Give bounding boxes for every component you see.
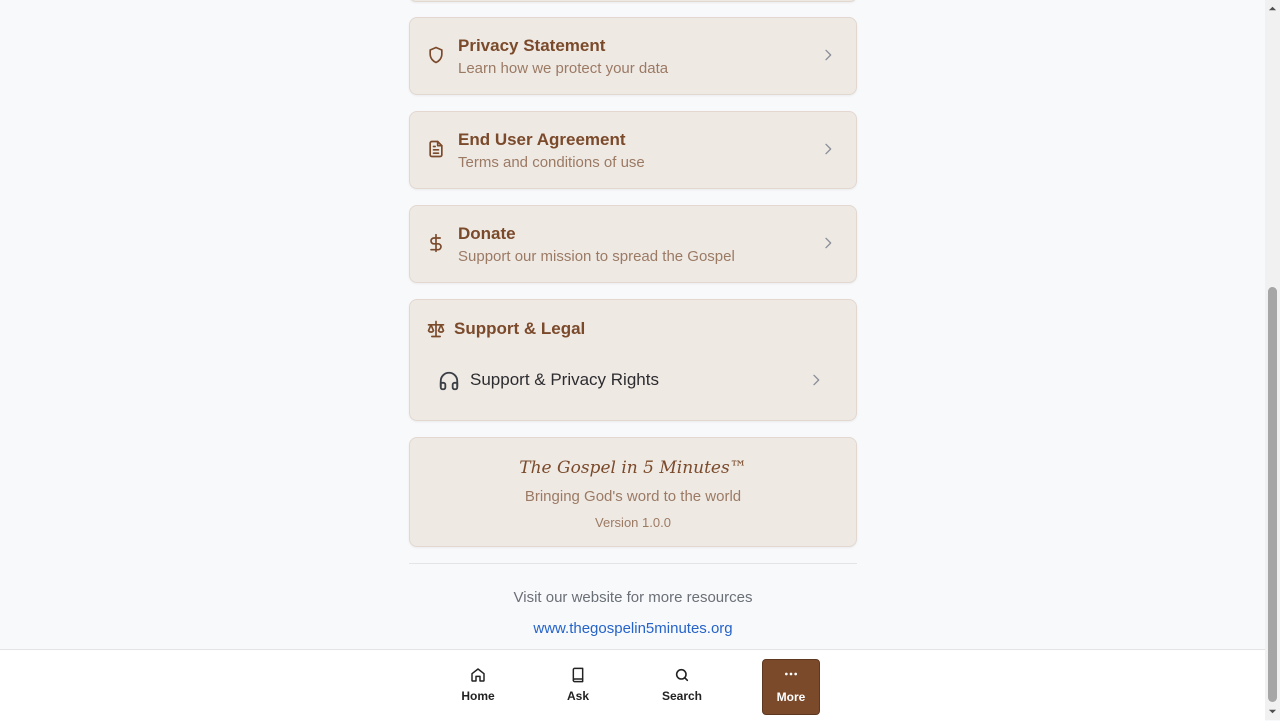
app-brand-name: The Gospel in 5 Minutes™ bbox=[519, 458, 747, 478]
headphones-icon bbox=[438, 370, 460, 392]
tab-search[interactable]: Search bbox=[654, 659, 710, 713]
support-legal-section: Support & Legal Support & Privacy Rights bbox=[409, 299, 857, 421]
visit-website-text: Visit our website for more resources bbox=[513, 589, 753, 606]
app-tagline: Bringing God's word to the world bbox=[524, 488, 742, 505]
previous-card-edge bbox=[409, 0, 857, 2]
shield-icon bbox=[426, 45, 446, 65]
more-icon bbox=[783, 668, 799, 684]
search-icon bbox=[674, 667, 690, 683]
scrollbar-thumb[interactable] bbox=[1268, 287, 1277, 702]
support-privacy-rights-item[interactable]: Support & Privacy Rights bbox=[426, 362, 840, 398]
privacy-statement-title: Privacy Statement bbox=[458, 36, 606, 55]
donate-card[interactable]: Donate Support our mission to spread the… bbox=[409, 205, 857, 283]
support-legal-title: Support & Legal bbox=[454, 319, 586, 338]
document-icon bbox=[426, 139, 446, 159]
app-version: Version 1.0.0 bbox=[595, 515, 671, 530]
bottom-navigation-bar: Home Ask Search More bbox=[0, 649, 1265, 721]
chevron-right-icon bbox=[820, 47, 836, 63]
tab-search-label: Search bbox=[661, 689, 703, 703]
vertical-scrollbar[interactable] bbox=[1265, 0, 1280, 720]
scroll-down-arrow-icon[interactable] bbox=[1268, 707, 1277, 716]
tab-ask[interactable]: Ask bbox=[550, 659, 606, 713]
privacy-statement-card[interactable]: Privacy Statement Learn how we protect y… bbox=[409, 17, 857, 95]
tab-home-label: Home bbox=[461, 689, 495, 703]
tab-ask-label: Ask bbox=[566, 689, 589, 703]
donate-subtitle: Support our mission to spread the Gospel bbox=[458, 248, 735, 265]
donate-title: Donate bbox=[458, 224, 516, 243]
about-card: The Gospel in 5 Minutes™ Bringing God's … bbox=[409, 437, 857, 547]
tab-home[interactable]: Home bbox=[450, 659, 506, 713]
website-link[interactable]: www.thegospelin5minutes.org bbox=[409, 620, 857, 637]
home-icon bbox=[470, 667, 486, 683]
tab-more[interactable]: More bbox=[762, 659, 820, 715]
chevron-right-icon bbox=[820, 235, 836, 251]
scroll-up-arrow-icon[interactable] bbox=[1268, 4, 1277, 13]
book-icon bbox=[570, 667, 586, 683]
end-user-agreement-title: End User Agreement bbox=[458, 130, 626, 149]
dollar-icon bbox=[426, 233, 446, 253]
tab-more-label: More bbox=[776, 690, 806, 704]
content-column: Privacy Statement Learn how we protect y… bbox=[409, 0, 857, 650]
privacy-statement-subtitle: Learn how we protect your data bbox=[458, 60, 669, 77]
support-privacy-rights-label: Support & Privacy Rights bbox=[470, 370, 659, 389]
end-user-agreement-card[interactable]: End User Agreement Terms and conditions … bbox=[409, 111, 857, 189]
chevron-right-icon bbox=[808, 372, 824, 388]
end-user-agreement-subtitle: Terms and conditions of use bbox=[458, 154, 645, 171]
scale-icon bbox=[426, 319, 446, 339]
chevron-right-icon bbox=[820, 141, 836, 157]
footer-divider bbox=[409, 563, 857, 564]
settings-scroll-area[interactable]: Privacy Statement Learn how we protect y… bbox=[0, 0, 1265, 650]
